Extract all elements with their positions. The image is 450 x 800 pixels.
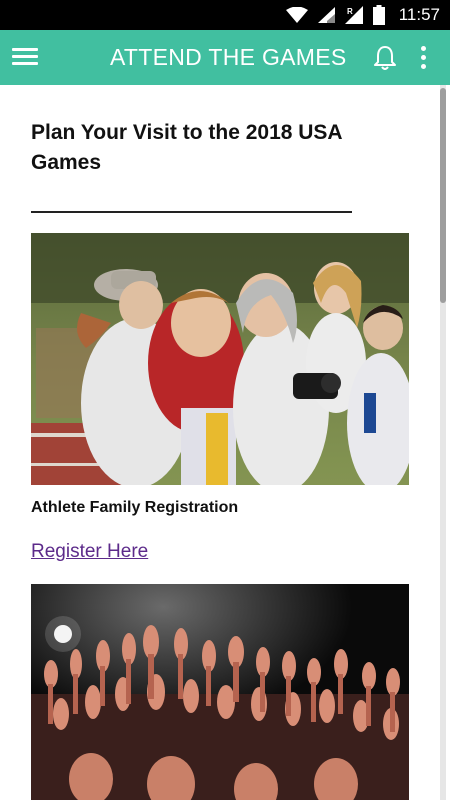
- cell-signal-icon: [317, 7, 335, 23]
- scrollbar-thumb[interactable]: [440, 88, 446, 303]
- status-bar: R 11:57: [0, 0, 450, 30]
- title-divider: [31, 211, 352, 213]
- svg-text:R: R: [347, 7, 353, 16]
- app-title: ATTEND THE GAMES: [110, 44, 347, 70]
- cheering-crowd-photo: [31, 584, 409, 800]
- bell-icon[interactable]: [372, 44, 398, 72]
- register-here-link[interactable]: Register Here: [31, 541, 148, 563]
- status-time: 11:57: [398, 5, 440, 24]
- status-icons: R 11:57: [285, 0, 440, 30]
- athlete-family-hug-photo: [31, 233, 409, 485]
- battery-icon: [372, 5, 385, 25]
- more-vert-icon[interactable]: [413, 43, 433, 73]
- main-content[interactable]: Plan Your Visit to the 2018 USA Games At…: [0, 85, 450, 800]
- hamburger-menu-icon[interactable]: [12, 44, 40, 70]
- roaming-signal-icon: R: [344, 6, 363, 24]
- app-bar: ATTEND THE GAMES: [0, 30, 450, 85]
- page-title: Plan Your Visit to the 2018 USA Games: [31, 121, 342, 174]
- athlete-family-registration-caption: Athlete Family Registration: [31, 499, 239, 516]
- wifi-icon: [285, 7, 308, 23]
